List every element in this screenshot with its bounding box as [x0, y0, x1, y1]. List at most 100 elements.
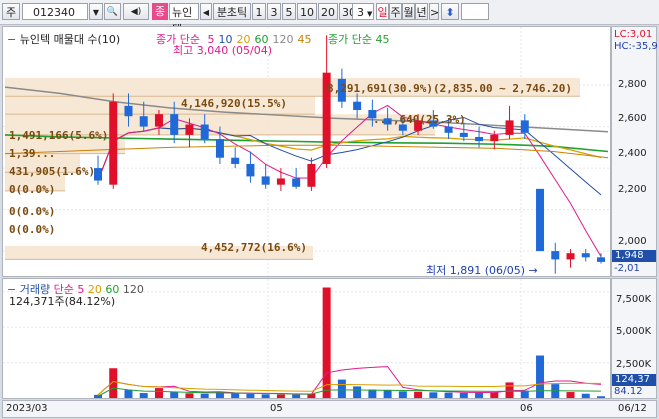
volume-chart-panel[interactable]: − 거래량 단순 5 20 60 120 124,371주(84.12%)	[2, 278, 611, 399]
speaker-button[interactable]: ◀)	[123, 3, 149, 20]
vp-text: 1,491,166(5.6%)	[9, 129, 108, 142]
volume-ma-period: 120	[123, 283, 144, 296]
monthly-button[interactable]: 월	[402, 3, 415, 20]
candle-body	[94, 168, 102, 180]
volume-bar	[292, 395, 300, 398]
price-title: 뉴인텍 매물대 수(10)	[20, 33, 120, 46]
period-button-1[interactable]: 1	[252, 3, 266, 20]
toolbar: 주 012340 ▼ 🔍 ◀) 종 뉴인텍 ◀ 분초틱 135102030 3▼…	[0, 0, 659, 25]
candle-body	[109, 102, 117, 185]
lc-label: LC:3,01	[614, 29, 652, 40]
vp-text: 1,39...	[9, 147, 55, 160]
code-dropdown-button[interactable]: ▼	[89, 3, 103, 20]
collapse-icon[interactable]: −	[7, 33, 16, 46]
volume-profile-label-10: ...,640(25.3%)	[373, 113, 466, 126]
volume-tick: 2,500K	[616, 359, 651, 370]
high-price-label: 최고 3,040 (05/04)	[173, 42, 272, 58]
weekly-button[interactable]: 주	[389, 3, 402, 20]
volume-profile-label-1: 8,291,691(30.9%)(2,835.00 ~ 2,746.20)	[327, 82, 572, 95]
candle-body	[155, 114, 163, 126]
current-change-label: -2,01	[614, 263, 640, 274]
price-tick: 2,200	[618, 184, 647, 195]
ma-period-120: 120	[272, 33, 293, 46]
ma45-legend: 종가 단순 45	[328, 31, 389, 47]
volume-bar	[368, 390, 376, 399]
ma-period-45: 45	[297, 33, 311, 46]
volume-profile-label-3: 1,491,166(5.6%)	[9, 129, 108, 142]
weekly-label: 주	[390, 6, 400, 19]
date-label: 05	[270, 403, 283, 414]
date-text: 05	[270, 403, 283, 414]
candle-body	[277, 178, 285, 184]
volume-profile-label-9: 4,452,772(16.6%)	[201, 241, 307, 254]
current-price-marker: 1,948	[612, 250, 656, 262]
volume-bar	[582, 394, 590, 398]
price-tick-text: 2,400	[618, 148, 647, 159]
date-axis[interactable]: 2023/03 05 06 06/12	[2, 400, 657, 418]
stock-name-field[interactable]: 뉴인텍	[169, 3, 199, 20]
vp-text: 8,291,691(30.9%)(2,835.00 ~ 2,746.20)	[327, 82, 572, 95]
current-volume-pct-text: 84.12	[614, 386, 643, 397]
price-tick-text: 2,200	[618, 184, 647, 195]
low-price-text: 최저 1,891 (06/05)	[426, 264, 525, 277]
volume-axis[interactable]: 7,500K 5,000K 2,500K 124,37 84.12	[611, 278, 657, 399]
date-label: 06/12	[618, 403, 647, 414]
monthly-label: 월	[403, 6, 413, 19]
yearly-button[interactable]: 년	[415, 3, 428, 20]
price-chart-panel[interactable]: − 뉴인텍 매물대 수(10) 종가 단순 510206012045 종가 단순…	[2, 26, 611, 277]
volume-bar	[597, 396, 605, 398]
candle-body	[460, 133, 468, 137]
menu-label: 주	[6, 6, 16, 19]
prev-button[interactable]: ◀	[200, 3, 212, 20]
candle-body	[582, 253, 590, 257]
volume-profile-label-7: 0(0.0%)	[9, 205, 55, 218]
price-panel-title: − 뉴인텍 매물대 수(10)	[7, 31, 120, 47]
market-tag: 종	[152, 3, 168, 20]
period-button-5[interactable]: 5	[282, 3, 296, 20]
candle-body	[231, 158, 239, 164]
candle-body	[521, 120, 529, 132]
tick-mode-button[interactable]: 분초틱	[213, 3, 251, 20]
volume-bar	[445, 393, 453, 398]
period-value: 3	[357, 6, 364, 19]
candle-body	[262, 176, 270, 184]
price-axis[interactable]: LC:3,01 HC:-35,9 2,800 2,600 2,400 2,200…	[611, 26, 657, 277]
volume-bar	[353, 386, 361, 398]
menu-button[interactable]: 주	[2, 3, 20, 20]
volume-bar	[185, 393, 193, 398]
volume-tick: 5,000K	[616, 326, 651, 337]
daily-button[interactable]: 일	[376, 3, 389, 20]
volume-bar	[109, 368, 117, 398]
volume-bar	[262, 394, 270, 398]
updown-icon: ⬍	[445, 6, 454, 19]
period-input[interactable]: 3▼	[352, 3, 374, 20]
price-tick-text: 2,600	[618, 113, 647, 124]
low-price-label: 최저 1,891 (06/05) →	[426, 262, 538, 278]
period-button-10[interactable]: 10	[297, 3, 317, 20]
current-volume-pct: 84.12	[614, 386, 643, 397]
hc-text: HC:-35,9	[614, 41, 658, 52]
search-button[interactable]: 🔍	[104, 3, 121, 20]
chevron-down-icon: ▼	[93, 8, 99, 17]
next-button[interactable]: >	[429, 3, 439, 20]
extra-input[interactable]	[461, 3, 489, 20]
period-button-20[interactable]: 20	[318, 3, 338, 20]
stock-code: 012340	[33, 6, 75, 19]
volume-bar	[429, 392, 437, 398]
period-button-3[interactable]: 3	[267, 3, 281, 20]
date-text: 06/12	[618, 403, 647, 414]
stock-code-input[interactable]: 012340	[22, 3, 88, 20]
volume-bar	[231, 393, 239, 398]
volume-tick-text: 2,500K	[616, 359, 651, 370]
price-chart	[3, 27, 610, 276]
candle-body	[216, 139, 224, 158]
volume-tick: 7,500K	[616, 294, 651, 305]
scale-button[interactable]: ⬍	[441, 3, 459, 20]
left-arrow-icon: ◀	[203, 8, 209, 17]
candle-body	[445, 127, 453, 133]
candle-body	[567, 253, 575, 259]
candle-body	[140, 116, 148, 126]
volume-bar	[414, 392, 422, 398]
price-tick: 2,400	[618, 148, 647, 159]
price-tick: 2,800	[618, 79, 647, 90]
